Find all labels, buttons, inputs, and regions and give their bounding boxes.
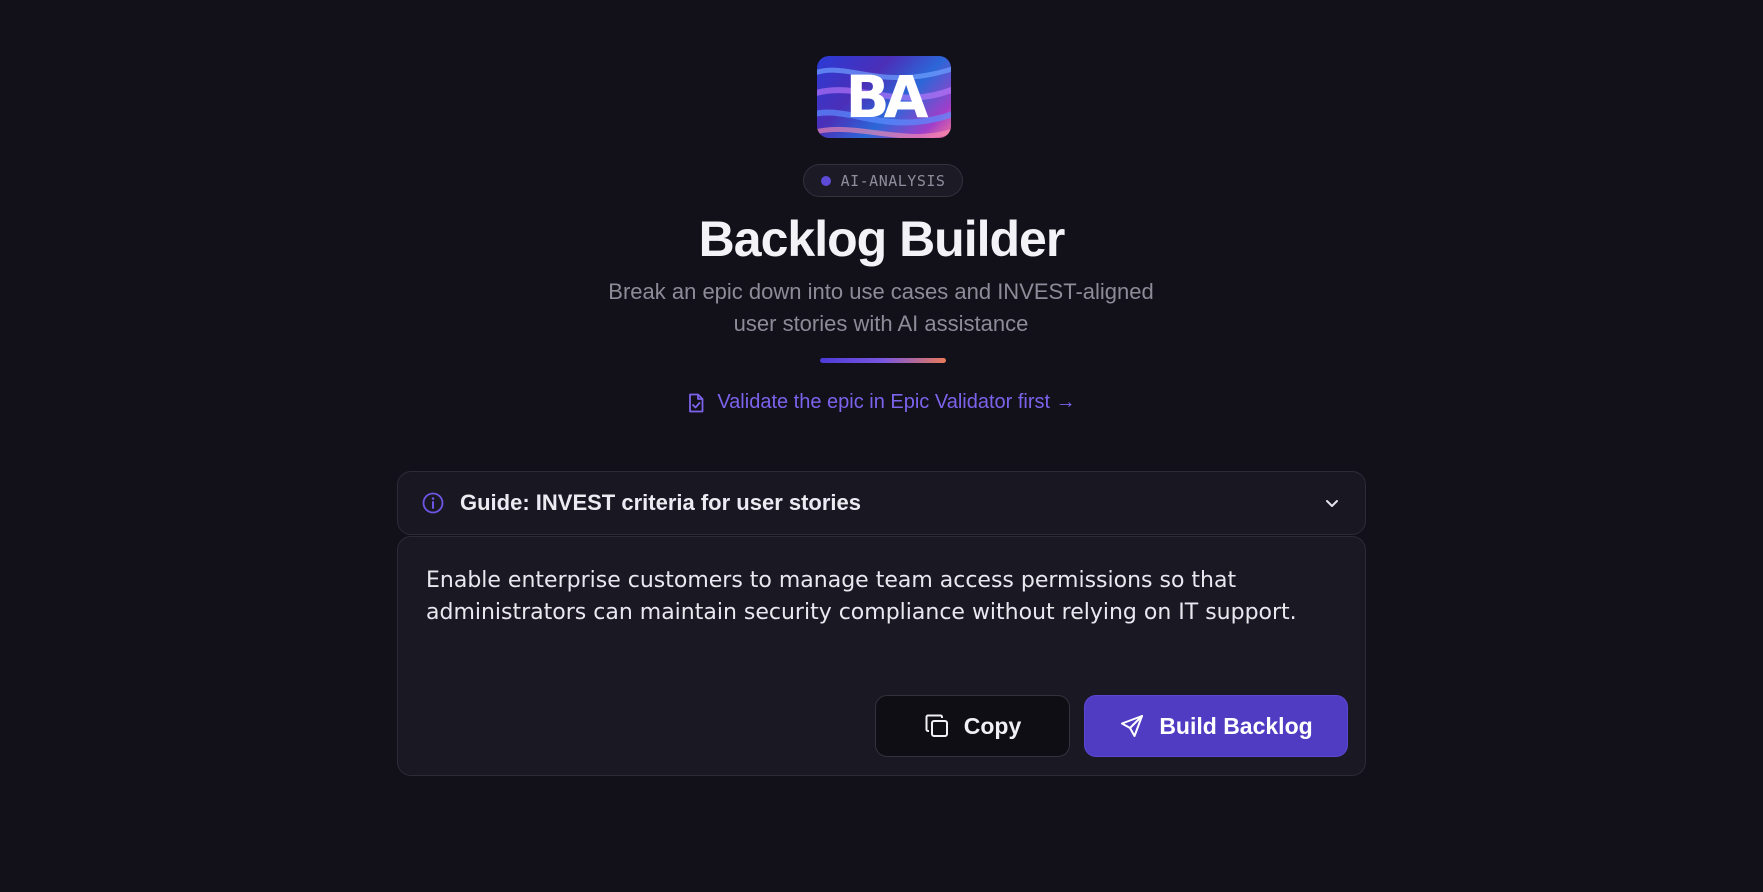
copy-button-label: Copy — [963, 712, 1022, 739]
app-logo: BA — [817, 56, 951, 138]
chevron-down-icon[interactable] — [1323, 494, 1341, 512]
ai-analysis-badge: AI-ANALYSIS — [803, 164, 963, 197]
build-button-label: Build Backlog — [1159, 712, 1313, 739]
send-icon — [1121, 715, 1144, 737]
badge-label: AI-ANALYSIS — [840, 171, 946, 190]
page-subtitle: Break an epic down into use cases and IN… — [581, 276, 1181, 340]
build-backlog-button[interactable]: Build Backlog — [1084, 695, 1348, 757]
copy-button[interactable]: Copy — [875, 695, 1070, 757]
accent-divider — [820, 358, 946, 363]
file-check-icon — [689, 393, 704, 412]
page-title: Backlog Builder — [698, 211, 1066, 267]
guide-label: Guide: INVEST criteria for user stories — [460, 490, 862, 515]
badge-dot — [820, 175, 831, 186]
invest-guide-accordion[interactable]: Guide: INVEST criteria for user stories — [397, 471, 1366, 535]
epic-textarea[interactable]: Enable enterprise customers to manage te… — [426, 565, 1326, 629]
epic-input-card: Enable enterprise customers to manage te… — [397, 536, 1366, 776]
subtitle-line-1: Break an epic down into use cases and IN… — [608, 279, 1154, 304]
copy-icon — [925, 714, 948, 737]
info-icon — [422, 492, 444, 514]
subtitle-line-2: user stories with AI assistance — [733, 311, 1029, 336]
logo-text: BA — [845, 63, 928, 131]
validate-link-label: Validate the epic in Epic Validator firs… — [717, 391, 1076, 413]
validate-epic-link[interactable]: Validate the epic in Epic Validator firs… — [0, 391, 1763, 414]
